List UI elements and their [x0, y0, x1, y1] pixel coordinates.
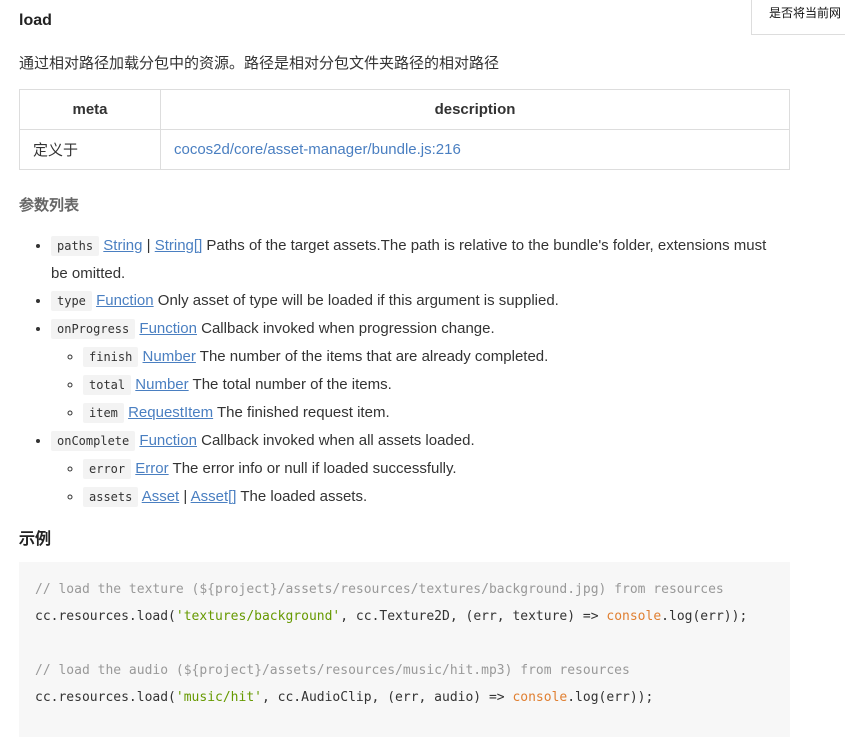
- type-link[interactable]: Function: [139, 320, 197, 337]
- code-string: 'textures/background': [175, 609, 341, 624]
- param-item-finish: finish Number The number of the items th…: [83, 343, 771, 371]
- code-text: , cc.AudioClip, (err, audio) =>: [261, 690, 513, 705]
- method-description: 通过相对路径加载分包中的资源。路径是相对分包文件夹路径的相对路径: [19, 55, 500, 72]
- code-text: cc.resources.load(: [35, 609, 176, 624]
- param-desc: The total number of the items.: [188, 376, 392, 393]
- type-link[interactable]: Error: [135, 460, 168, 477]
- param-desc: Callback invoked when progression change…: [196, 320, 495, 337]
- params-heading: 参数列表: [19, 197, 80, 214]
- code-text: , cc.Texture2D, (err, texture) =>: [340, 609, 607, 624]
- param-item-error: error Error The error info or null if lo…: [83, 455, 771, 483]
- table-header-row: meta description: [19, 89, 790, 130]
- table-row: 定义于 cocos2d/core/asset-manager/bundle.js…: [19, 129, 790, 170]
- type-link[interactable]: Number: [143, 348, 196, 365]
- code-text: .log(err));: [567, 690, 654, 705]
- param-name: type: [51, 291, 92, 311]
- param-item-paths: paths String | String[] Paths of the tar…: [51, 232, 771, 287]
- defined-in-label: 定义于: [19, 129, 161, 170]
- type-separator: |: [179, 488, 191, 505]
- params-list: paths String | String[] Paths of the tar…: [19, 232, 771, 511]
- sub-params-list: finish Number The number of the items th…: [51, 343, 771, 427]
- param-name: assets: [83, 487, 139, 507]
- type-separator: |: [142, 237, 155, 254]
- param-item-onprogress: onProgress Function Callback invoked whe…: [51, 315, 771, 427]
- code-keyword: console: [606, 609, 662, 624]
- param-name: total: [83, 375, 132, 395]
- code-text: .log(err));: [661, 609, 748, 624]
- type-link[interactable]: RequestItem: [128, 404, 213, 421]
- param-item-assets: assets Asset | Asset[] The loaded assets…: [83, 483, 771, 511]
- param-desc: The loaded assets.: [236, 488, 368, 505]
- param-item-type: type Function Only asset of type will be…: [51, 287, 771, 315]
- param-item-oncomplete: onComplete Function Callback invoked whe…: [51, 427, 771, 511]
- header-meta: meta: [19, 89, 161, 130]
- header-description: description: [160, 89, 790, 130]
- code-text: cc.resources.load(: [35, 690, 176, 705]
- param-item-item: item RequestItem The finished request it…: [83, 399, 771, 427]
- param-desc: Only asset of type will be loaded if thi…: [153, 292, 559, 309]
- type-link[interactable]: Asset: [142, 488, 180, 505]
- translate-tooltip[interactable]: 是否将当前网: [751, 0, 845, 35]
- param-desc: The error info or null if loaded success…: [168, 460, 457, 477]
- code-comment: // load the audio (${project}/assets/res…: [35, 663, 630, 678]
- type-link[interactable]: Function: [96, 292, 154, 309]
- param-name: error: [83, 459, 132, 479]
- sub-params-list: error Error The error info or null if lo…: [51, 455, 771, 511]
- param-item-total: total Number The total number of the ite…: [83, 371, 771, 399]
- method-title: load: [19, 12, 52, 29]
- param-name: item: [83, 403, 124, 423]
- source-link[interactable]: cocos2d/core/asset-manager/bundle.js:216: [174, 141, 461, 158]
- param-desc: The finished request item.: [213, 404, 390, 421]
- type-link[interactable]: String: [103, 237, 142, 254]
- code-keyword: console: [512, 690, 568, 705]
- meta-table: meta description 定义于 cocos2d/core/asset-…: [19, 89, 790, 170]
- code-comment: // load the texture (${project}/assets/r…: [35, 582, 724, 597]
- param-name: onComplete: [51, 431, 136, 451]
- param-desc: Callback invoked when all assets loaded.: [196, 432, 475, 449]
- param-name: paths: [51, 236, 100, 256]
- type-link[interactable]: Function: [139, 432, 197, 449]
- type-link[interactable]: Asset[]: [191, 488, 237, 505]
- param-name: finish: [83, 347, 139, 367]
- code-block: // load the texture (${project}/assets/r…: [19, 562, 790, 737]
- code-string: 'music/hit': [175, 690, 262, 705]
- param-name: onProgress: [51, 319, 136, 339]
- param-desc: The number of the items that are already…: [195, 348, 549, 365]
- type-link[interactable]: String[]: [155, 237, 203, 254]
- type-link[interactable]: Number: [135, 376, 188, 393]
- defined-in-cell: cocos2d/core/asset-manager/bundle.js:216: [160, 129, 790, 170]
- example-heading: 示例: [19, 531, 52, 548]
